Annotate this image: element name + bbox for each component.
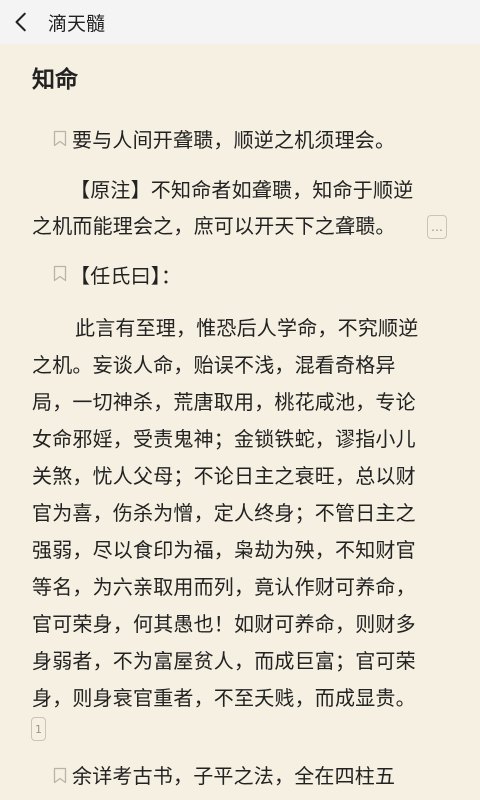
paragraph-line: 身，则身衰官重者，不至夭贱，而成显贵。 (32, 686, 416, 710)
note-line-2: 之机而能理会之，庶可以开天下之聋聩。 (32, 214, 396, 238)
bookmark-icon[interactable] (53, 130, 67, 147)
paragraph-line: 女命邪婬，受责鬼神；金锁铁蛇，谬指小儿 (32, 427, 416, 451)
paragraph-line: 强弱，尽以食印为福，枭劫为殃，不知财官 (32, 538, 416, 562)
verse-line: 要与人间开聋聩，顺逆之机须理会。 (72, 128, 396, 152)
paragraph-line: 之机。妄谈人命，贻误不浅，混看奇格异 (32, 353, 396, 377)
verse-line: 余详考古书，子平之法，全在四柱五 (72, 764, 396, 788)
book-title: 滴天髓 (48, 12, 106, 35)
paragraph-line: 关煞，忧人父母；不论日主之衰旺，总以财 (32, 464, 416, 488)
footnote-marker[interactable]: 1 (31, 717, 46, 741)
annotation-more-button[interactable]: … (427, 215, 447, 239)
paragraph-line: 官可荣身，何其愚也！如财可养命，则财多 (32, 612, 416, 636)
paragraph-line: 官为喜，伤杀为憎，定人终身；不管日主之 (32, 501, 416, 525)
chevron-left-icon (15, 12, 26, 32)
paragraph-line: 等名，为六亲取用而列，竟认作财可养命， (32, 575, 416, 599)
bookmark-icon[interactable] (53, 265, 67, 282)
paragraph-line: 此言有至理，惟恐后人学命，不究顺逆 (75, 316, 419, 340)
bookmark-icon[interactable] (53, 767, 67, 784)
chapter-title: 知命 (32, 67, 78, 93)
commentary-heading: 【任氏曰】： (70, 264, 182, 288)
top-bar: 滴天髓 (0, 0, 480, 44)
paragraph-line: 身弱者，不为富屋贫人，而成巨富；官可荣 (32, 649, 416, 673)
back-button[interactable] (0, 0, 44, 44)
reader-content[interactable]: 知命 要与人间开聋聩，顺逆之机须理会。 【原注】不知命者如聋聩，知命于顺逆 之机… (0, 44, 480, 800)
note-line-1: 【原注】不知命者如聋聩，知命于顺逆 (70, 178, 414, 202)
paragraph-line: 局，一切神杀，荒唐取用，桃花咸池，专论 (32, 390, 416, 414)
